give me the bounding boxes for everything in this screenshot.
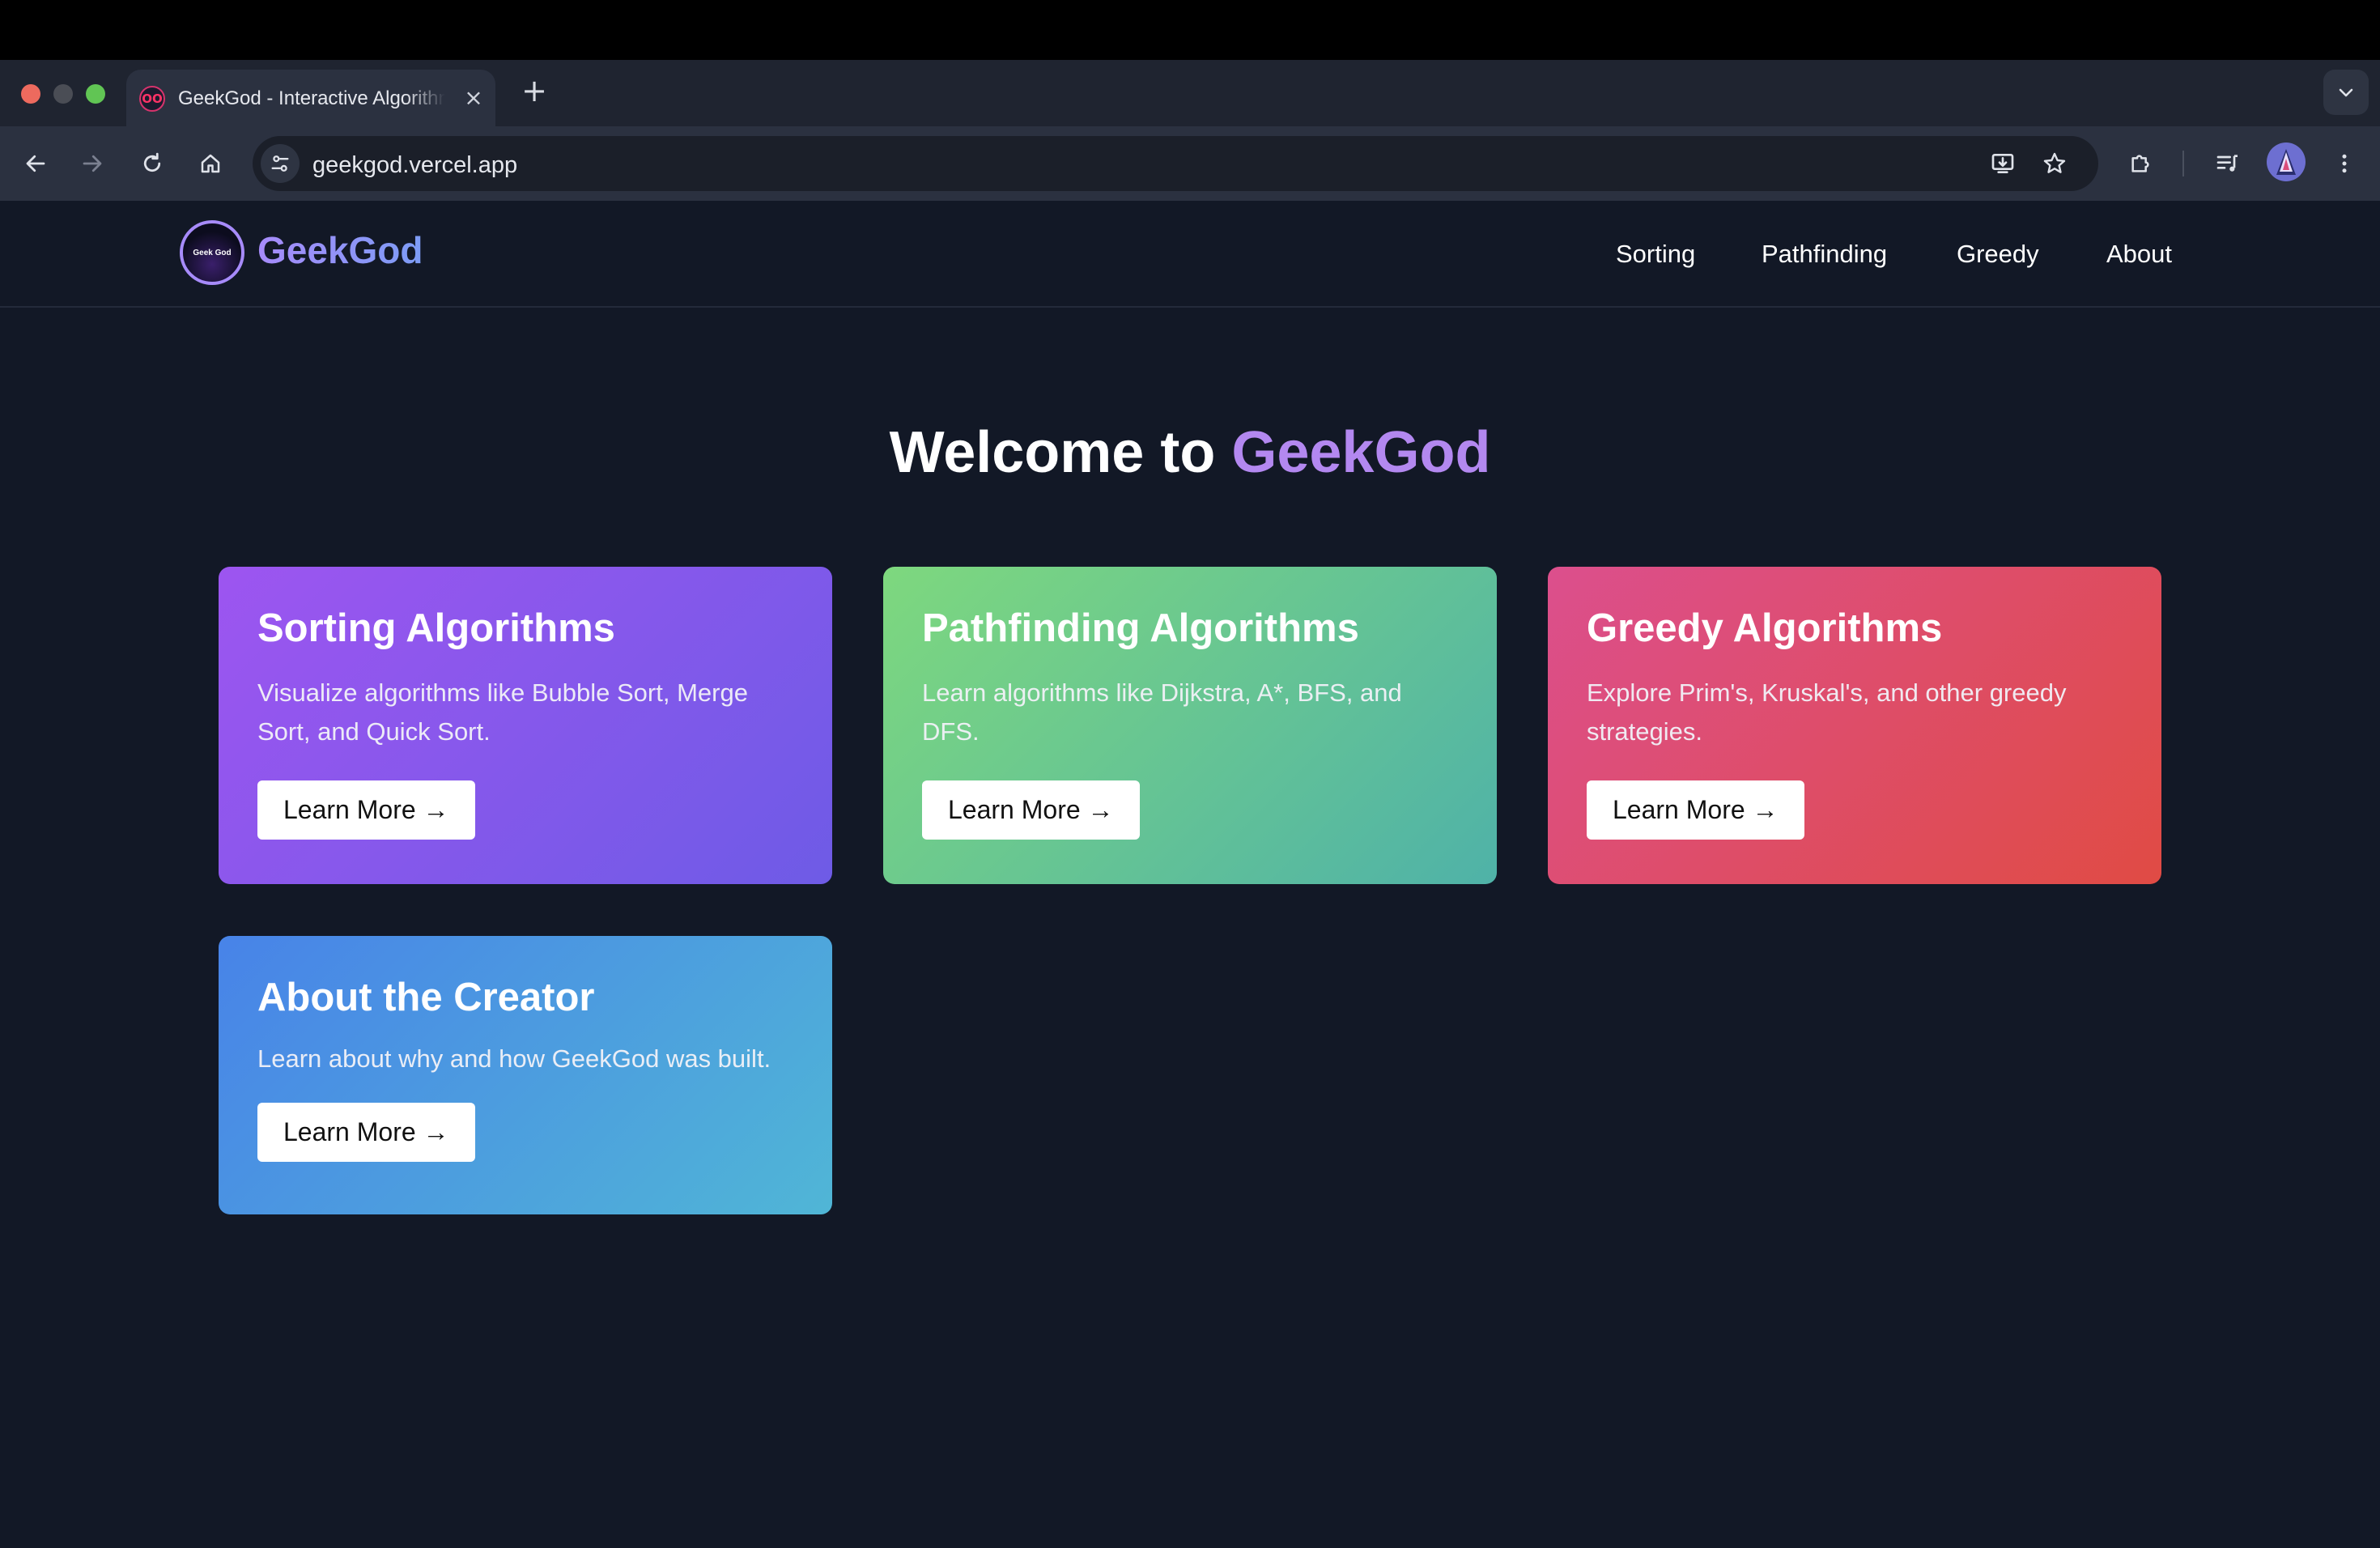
bookmark-button[interactable] [2037, 146, 2072, 181]
tune-icon [271, 155, 289, 172]
profile-avatar[interactable] [2267, 142, 2306, 181]
reload-icon [143, 152, 161, 172]
browser-tab-active[interactable]: OO GeekGod - Interactive Algorithms × [126, 70, 495, 126]
window-minimize-button[interactable] [53, 84, 73, 104]
address-bar[interactable]: geekgod.vercel.app [253, 136, 2098, 191]
tab-title: GeekGod - Interactive Algorithms [178, 87, 445, 109]
learn-more-sorting-button[interactable]: Learn More → [257, 780, 475, 840]
install-icon [1991, 154, 2014, 173]
card-description: Explore Prim's, Kruskal's, and other gre… [1587, 678, 2067, 746]
hero-prefix: Welcome to [889, 420, 1232, 485]
back-button[interactable] [16, 144, 55, 183]
star-icon [2043, 152, 2066, 173]
extensions-button[interactable] [2121, 144, 2160, 183]
queue-music-icon [2216, 155, 2238, 172]
arrow-right-icon [83, 155, 102, 172]
more-vertical-icon [2342, 154, 2347, 173]
site-navbar: Geek God GeekGod Sorting Pathfinding Gre… [0, 201, 2380, 308]
nav-link-sorting[interactable]: Sorting [1616, 240, 1695, 269]
browser-tab-strip: OO GeekGod - Interactive Algorithms × + [0, 60, 2380, 126]
card-about: About the Creator Learn about why and ho… [219, 936, 832, 1214]
card-title: Greedy Algorithms [1587, 606, 1943, 650]
site-info-button[interactable] [261, 144, 300, 183]
card-title: About the Creator [257, 976, 595, 1019]
toolbar-separator [2182, 151, 2184, 176]
logo-text: Geek God [193, 248, 232, 257]
card-description: Visualize algorithms like Bubble Sort, M… [257, 678, 748, 746]
new-tab-button[interactable]: + [518, 74, 550, 107]
arrow-left-icon [26, 155, 45, 172]
card-pathfinding: Pathfinding Algorithms Learn algorithms … [883, 567, 1497, 884]
card-description: Learn algorithms like Dijkstra, A*, BFS,… [922, 678, 1402, 746]
learn-more-greedy-button[interactable]: Learn More → [1587, 780, 1804, 840]
window-close-button[interactable] [21, 84, 40, 104]
forward-button[interactable] [73, 144, 112, 183]
browser-menu-button[interactable] [2325, 144, 2364, 183]
reload-button[interactable] [133, 144, 172, 183]
puzzle-icon [2131, 155, 2149, 172]
brand-name[interactable]: GeekGod [257, 228, 423, 272]
home-button[interactable] [191, 144, 230, 183]
home-icon [201, 154, 220, 173]
nav-link-pathfinding[interactable]: Pathfinding [1762, 240, 1887, 269]
card-sorting: Sorting Algorithms Visualize algorithms … [219, 567, 832, 884]
hero-accent: GeekGod [1231, 420, 1491, 485]
web-page: Geek God GeekGod Sorting Pathfinding Gre… [0, 201, 2380, 1548]
url-text[interactable]: geekgod.vercel.app [312, 152, 517, 179]
learn-more-about-button[interactable]: Learn More → [257, 1103, 475, 1162]
card-description: Learn about why and how GeekGod was buil… [257, 1044, 771, 1073]
card-title: Sorting Algorithms [257, 606, 615, 650]
install-app-button[interactable] [1985, 146, 2021, 181]
chevron-down-icon [2339, 88, 2353, 97]
learn-more-pathfinding-button[interactable]: Learn More → [922, 780, 1140, 840]
avatar-icon [2276, 149, 2296, 175]
media-controls-button[interactable] [2208, 144, 2247, 183]
browser-toolbar: geekgod.vercel.app [0, 126, 2380, 327]
page-title: Welcome to GeekGod [0, 419, 2380, 486]
card-title: Pathfinding Algorithms [922, 606, 1359, 650]
tab-favicon-icon: OO [139, 86, 165, 112]
nav-link-about[interactable]: About [2106, 240, 2172, 269]
screen-top-bar [0, 0, 2380, 60]
tab-search-button[interactable] [2323, 70, 2369, 115]
tab-close-icon[interactable]: × [461, 86, 486, 110]
site-logo[interactable]: Geek God [180, 220, 244, 285]
nav-link-greedy[interactable]: Greedy [1957, 240, 2039, 269]
card-greedy: Greedy Algorithms Explore Prim's, Kruska… [1548, 567, 2161, 884]
window-zoom-button[interactable] [86, 84, 105, 104]
